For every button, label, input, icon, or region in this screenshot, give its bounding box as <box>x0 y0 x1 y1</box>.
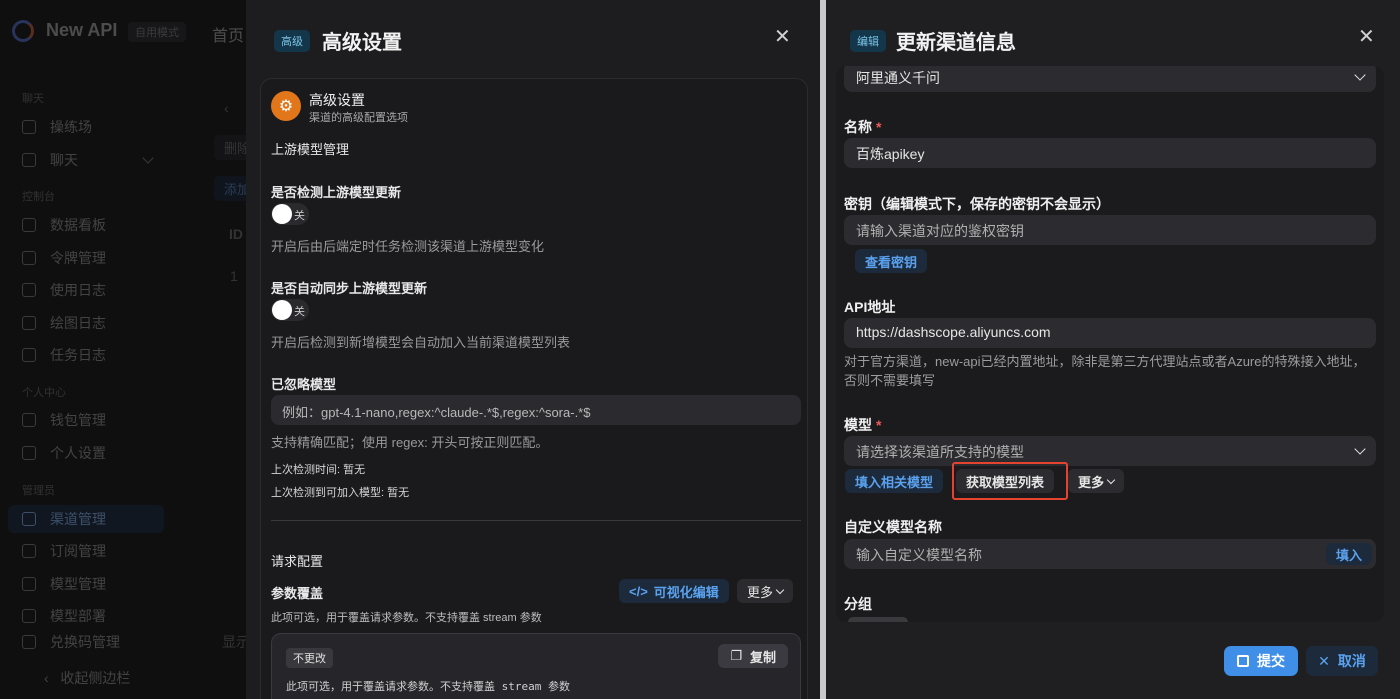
model-label: 模型 * <box>844 415 881 435</box>
toggle-knob <box>272 300 292 320</box>
chevron-down-icon <box>775 585 785 594</box>
fetch-models-button[interactable]: 获取模型列表 <box>956 469 1055 493</box>
modal-title: 更新渠道信息 <box>896 32 1016 54</box>
key-label: 密钥（编辑模式下，保存的密钥不会显示） <box>844 196 1110 212</box>
advanced-badge: 高级 <box>274 29 310 52</box>
last-check-time: 上次检测时间: 暂无 <box>271 464 366 476</box>
save-icon <box>1237 655 1249 667</box>
chevron-down-icon <box>1354 69 1366 81</box>
required-mark: * <box>876 119 882 135</box>
detect-label: 是否检测上游模型更新 <box>271 185 402 200</box>
divider <box>271 520 801 521</box>
sync-label: 是否自动同步上游模型更新 <box>271 281 428 296</box>
label-text: 名称 <box>844 119 872 135</box>
input-placeholder: 输入自定义模型名称 <box>856 547 982 563</box>
last-check-models: 上次检测到可加入模型: 暂无 <box>271 487 410 499</box>
name-label: 名称 * <box>844 117 881 137</box>
detect-toggle[interactable]: 关 <box>271 203 309 225</box>
visual-edit-label: 可视化编辑 <box>653 584 719 600</box>
label-text: 模型 <box>844 417 872 433</box>
channel-form: 阿里通义千问 名称 * 百炼apikey 密钥（编辑模式下，保存的密钥不会显示） … <box>836 66 1384 622</box>
group-select[interactable] <box>848 617 908 622</box>
code-icon: </> <box>629 583 648 599</box>
channel-type-select[interactable]: 阿里通义千问 <box>844 66 1376 92</box>
more-button[interactable]: 更多 <box>737 579 794 603</box>
ignored-help: 支持精确匹配；使用 regex: 开头可按正则匹配。 <box>271 435 549 450</box>
card-title: 高级设置 <box>309 92 365 108</box>
select-placeholder: 请选择该渠道所支持的模型 <box>856 444 1024 460</box>
chevron-down-icon <box>1106 475 1116 484</box>
modal-header: 高级 高级设置 <box>274 26 402 55</box>
more-label: 更多 <box>1078 474 1105 490</box>
channel-edit-modal: 编辑 更新渠道信息 ✕ 阿里通义千问 名称 * 百炼apikey 密钥（编辑模式下… <box>826 0 1400 699</box>
toggle-text: 关 <box>294 306 305 318</box>
override-editor[interactable]: 不更改 ❐ 复制 此项可选，用于覆盖请求参数。不支持覆盖 stream 参数 <box>271 633 801 699</box>
copy-icon: ❐ <box>730 648 742 663</box>
close-icon[interactable]: ✕ <box>774 24 791 49</box>
override-label: 参数覆盖 <box>271 586 324 601</box>
card-subtitle: 渠道的高级配置选项 <box>309 112 408 124</box>
advanced-card: ⚙ 高级设置 渠道的高级配置选项 上游模型管理 是否检测上游模型更新 关 开启后… <box>260 78 808 699</box>
submit-label: 提交 <box>1257 653 1285 669</box>
override-text: 此项可选，用于覆盖请求参数。不支持覆盖 stream 参数 <box>286 680 570 693</box>
sync-help: 开启后检测到新增模型会自动加入当前渠道模型列表 <box>271 335 571 350</box>
api-label: API地址 <box>844 299 896 315</box>
visual-edit-button[interactable]: </> 可视化编辑 <box>619 579 729 603</box>
cancel-label: 取消 <box>1337 653 1366 669</box>
name-input[interactable]: 百炼apikey <box>844 138 1376 168</box>
advanced-settings-modal: 高级 高级设置 ✕ ⚙ 高级设置 渠道的高级配置选项 上游模型管理 是否检测上游… <box>246 0 820 699</box>
modal-title: 高级设置 <box>322 32 402 54</box>
model-select[interactable]: 请选择该渠道所支持的模型 <box>844 436 1376 466</box>
more-button[interactable]: 更多 <box>1068 469 1125 493</box>
required-mark: * <box>876 417 882 433</box>
api-help: 对于官方渠道，new-api已经内置地址，除非是第三方代理站点或者Azure的特… <box>844 354 1366 388</box>
custom-model-label: 自定义模型名称 <box>844 519 942 535</box>
fill-button[interactable]: 填入 <box>1325 543 1372 565</box>
section-upstream: 上游模型管理 <box>271 142 350 157</box>
submit-button[interactable]: 提交 <box>1224 646 1298 676</box>
api-input[interactable]: https://dashscope.aliyuncs.com <box>844 318 1376 348</box>
ignored-models-input[interactable]: 例如：gpt-4.1-nano,regex:^claude-.*$,regex:… <box>271 395 801 425</box>
edit-badge: 编辑 <box>850 29 886 52</box>
copy-button[interactable]: ❐ 复制 <box>718 644 788 668</box>
key-input[interactable]: 请输入渠道对应的鉴权密钥 <box>844 215 1376 245</box>
no-change-tag: 不更改 <box>286 648 333 668</box>
section-request: 请求配置 <box>271 554 324 569</box>
close-icon[interactable]: ✕ <box>1358 24 1375 49</box>
toggle-text: 关 <box>294 210 305 222</box>
screen: New API 自用模式 首页 聊天 操练场 聊天 控制台 数据看板 令牌管理 … <box>0 0 1400 699</box>
sync-toggle[interactable]: 关 <box>271 299 309 321</box>
close-icon: ✕ <box>1318 652 1330 669</box>
toggle-knob <box>272 204 292 224</box>
override-help: 此项可选，用于覆盖请求参数。不支持覆盖 stream 参数 <box>271 612 542 624</box>
group-label: 分组 <box>844 596 872 612</box>
ignored-label: 已忽略模型 <box>271 377 337 392</box>
view-key-button[interactable]: 查看密钥 <box>855 249 928 273</box>
more-label: 更多 <box>747 584 774 600</box>
select-value: 阿里通义千问 <box>856 70 940 86</box>
fill-related-models-button[interactable]: 填入相关模型 <box>845 469 944 493</box>
copy-label: 复制 <box>749 649 776 665</box>
detect-help: 开启后由后端定时任务检测该渠道上游模型变化 <box>271 239 545 254</box>
gear-icon: ⚙ <box>271 91 301 121</box>
chevron-down-icon <box>1354 443 1366 455</box>
modal-header: 编辑 更新渠道信息 <box>850 26 1016 55</box>
cancel-button[interactable]: ✕ 取消 <box>1306 646 1378 676</box>
custom-model-input[interactable]: 输入自定义模型名称 填入 <box>844 539 1376 569</box>
